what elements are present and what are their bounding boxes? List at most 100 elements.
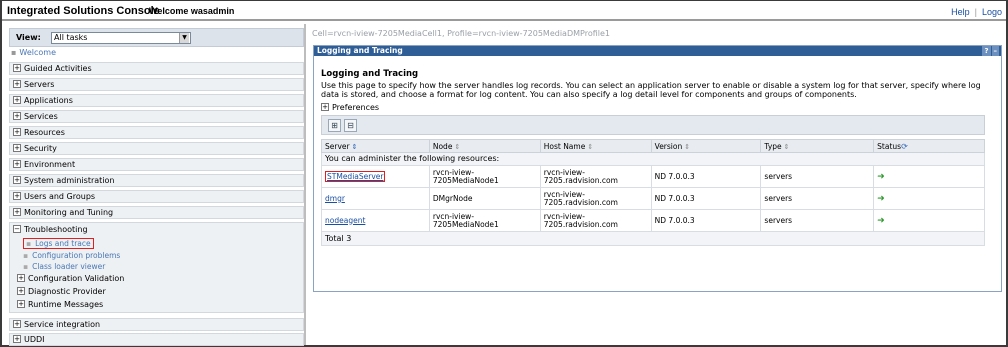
view-label: View:: [16, 33, 41, 42]
preferences-toggle[interactable]: + Preferences: [321, 102, 380, 112]
table-row: STMediaServer rvcn-iview-7205MediaNode1 …: [321, 165, 985, 188]
expand-icon[interactable]: +: [13, 334, 21, 343]
main-content: Cell=rvcn-iview-7205MediaCell1, Profile=…: [308, 24, 1006, 345]
expand-icon[interactable]: +: [13, 63, 21, 72]
minimize-icon[interactable]: –: [991, 46, 999, 56]
collapse-icon[interactable]: −: [13, 224, 21, 233]
logout-link[interactable]: Logo: [982, 7, 1002, 17]
nav-item-system-administration[interactable]: + System administration: [9, 174, 304, 187]
expand-icon[interactable]: +: [13, 127, 21, 136]
total-text: Total 3: [321, 231, 985, 246]
nav-item-label: Applications: [24, 96, 73, 105]
preferences-label: Preferences: [332, 103, 380, 112]
section-title: Logging and Tracing: [321, 69, 419, 79]
nav-item-label: Security: [24, 144, 57, 153]
nav-item-label: Resources: [24, 128, 65, 137]
configuration-validation-item[interactable]: + Configuration Validation: [17, 273, 125, 283]
sort-icon[interactable]: ⇕: [587, 143, 593, 151]
expand-icon[interactable]: +: [13, 111, 21, 120]
expand-icon[interactable]: +: [13, 207, 21, 216]
nav-item-monitoring-and-tuning[interactable]: + Monitoring and Tuning: [9, 206, 304, 219]
node-cell: DMgrNode: [428, 187, 541, 210]
configuration-problems-link[interactable]: ▪ Configuration problems: [23, 251, 120, 260]
nav-item-users-and-groups[interactable]: + Users and Groups: [9, 190, 304, 203]
col-header-server[interactable]: Server ⇕: [321, 139, 430, 153]
bullet-icon: ▪: [26, 239, 32, 248]
sort-icon[interactable]: ⇕: [454, 143, 460, 151]
server-link[interactable]: dmgr: [325, 194, 345, 203]
class-loader-viewer-link[interactable]: ▪ Class loader viewer: [23, 262, 105, 271]
host-cell: rvcn-iview-7205.radvision.com: [539, 209, 652, 232]
nav-item-label: Monitoring and Tuning: [24, 208, 114, 217]
col-header-label: Status: [877, 141, 902, 151]
col-header-status[interactable]: Status⟳: [873, 139, 985, 153]
nav-item-resources[interactable]: + Resources: [9, 126, 304, 139]
configuration-problems-label: Configuration problems: [32, 251, 121, 260]
server-link[interactable]: STMediaServer: [325, 170, 386, 182]
version-cell: ND 7.0.0.3: [650, 209, 762, 232]
expand-icon[interactable]: +: [13, 191, 21, 200]
version-cell: ND 7.0.0.3: [650, 165, 762, 188]
nav-item-label: Service integration: [24, 320, 101, 329]
server-link[interactable]: nodeagent: [325, 216, 365, 225]
cell-path: Cell=rvcn-iview-7205MediaCell1, Profile=…: [312, 29, 610, 38]
expand-icon[interactable]: +: [13, 95, 21, 104]
runtime-messages-label: Runtime Messages: [28, 300, 104, 309]
server-table: Server ⇕ Node ⇕ Host Name ⇕ Version ⇕ Type ⇕ …: [321, 139, 985, 246]
help-icon[interactable]: ?: [982, 46, 991, 56]
nav-item-applications[interactable]: + Applications: [9, 94, 304, 107]
view-select-value: All tasks: [54, 33, 88, 42]
expand-icon[interactable]: +: [321, 102, 329, 111]
type-cell: servers: [760, 165, 875, 188]
nav-item-guided-activities[interactable]: + Guided Activities: [9, 62, 304, 75]
sort-icon[interactable]: ⇕: [784, 143, 790, 151]
expand-icon[interactable]: +: [13, 159, 21, 168]
sort-icon[interactable]: ⇕: [684, 143, 690, 151]
bullet-icon: ▪: [23, 262, 29, 271]
col-header-type[interactable]: Type ⇕: [760, 139, 875, 153]
nav-item-label: Servers: [24, 80, 55, 89]
col-header-label: Server: [325, 141, 350, 151]
expand-icon[interactable]: +: [13, 79, 21, 88]
nav-welcome-link[interactable]: ▪ Welcome: [11, 48, 56, 57]
sort-icon[interactable]: ⇕: [352, 143, 358, 151]
nav-item-security[interactable]: + Security: [9, 142, 304, 155]
nav-item-services[interactable]: + Services: [9, 110, 304, 123]
expand-icon[interactable]: +: [17, 286, 25, 295]
version-cell: ND 7.0.0.3: [650, 187, 762, 210]
col-header-version[interactable]: Version ⇕: [650, 139, 762, 153]
nav-item-environment[interactable]: + Environment: [9, 158, 304, 171]
portlet-controls: ? –: [981, 46, 999, 56]
logs-and-trace-link[interactable]: ▪ Logs and trace: [23, 238, 94, 249]
col-header-node[interactable]: Node ⇕: [428, 139, 541, 153]
console-title: Integrated Solutions Console: [7, 5, 160, 17]
expand-icon[interactable]: +: [13, 175, 21, 184]
type-cell: servers: [760, 187, 875, 210]
diagnostic-provider-item[interactable]: + Diagnostic Provider: [17, 286, 106, 296]
navigation-tree: View: All tasks ▼ ▪ Welcome + Guided Activ…: [2, 24, 306, 346]
expand-icon[interactable]: +: [13, 319, 21, 328]
nav-item-uddi[interactable]: + UDDI: [9, 333, 304, 346]
col-header-host[interactable]: Host Name ⇕: [539, 139, 652, 153]
chevron-down-icon[interactable]: ▼: [179, 33, 189, 43]
col-header-label: Node: [432, 141, 453, 151]
class-loader-viewer-label: Class loader viewer: [32, 262, 106, 271]
expand-icon[interactable]: +: [17, 299, 25, 308]
nav-item-label: Guided Activities: [24, 64, 92, 73]
nav-item-servers[interactable]: + Servers: [9, 78, 304, 91]
expand-icon[interactable]: +: [13, 143, 21, 152]
view-select[interactable]: All tasks ▼: [51, 32, 191, 44]
help-link[interactable]: Help: [951, 7, 970, 17]
table-row: dmgr DMgrNode rvcn-iview-7205.radvision.…: [321, 187, 985, 210]
welcome-user: Welcome wasadmin: [149, 6, 235, 16]
filter-icon[interactable]: ⊟: [344, 119, 357, 132]
nav-welcome-label: Welcome: [19, 48, 57, 57]
refresh-icon[interactable]: ⟳: [901, 142, 908, 151]
select-all-icon[interactable]: ⊞: [328, 119, 341, 132]
troubleshooting-header[interactable]: − Troubleshooting: [13, 224, 88, 234]
expand-icon[interactable]: +: [17, 273, 25, 282]
nav-item-service-integration[interactable]: + Service integration: [9, 318, 304, 331]
configuration-validation-label: Configuration Validation: [28, 274, 125, 283]
runtime-messages-item[interactable]: + Runtime Messages: [17, 299, 104, 309]
host-cell: rvcn-iview-7205.radvision.com: [539, 187, 652, 210]
